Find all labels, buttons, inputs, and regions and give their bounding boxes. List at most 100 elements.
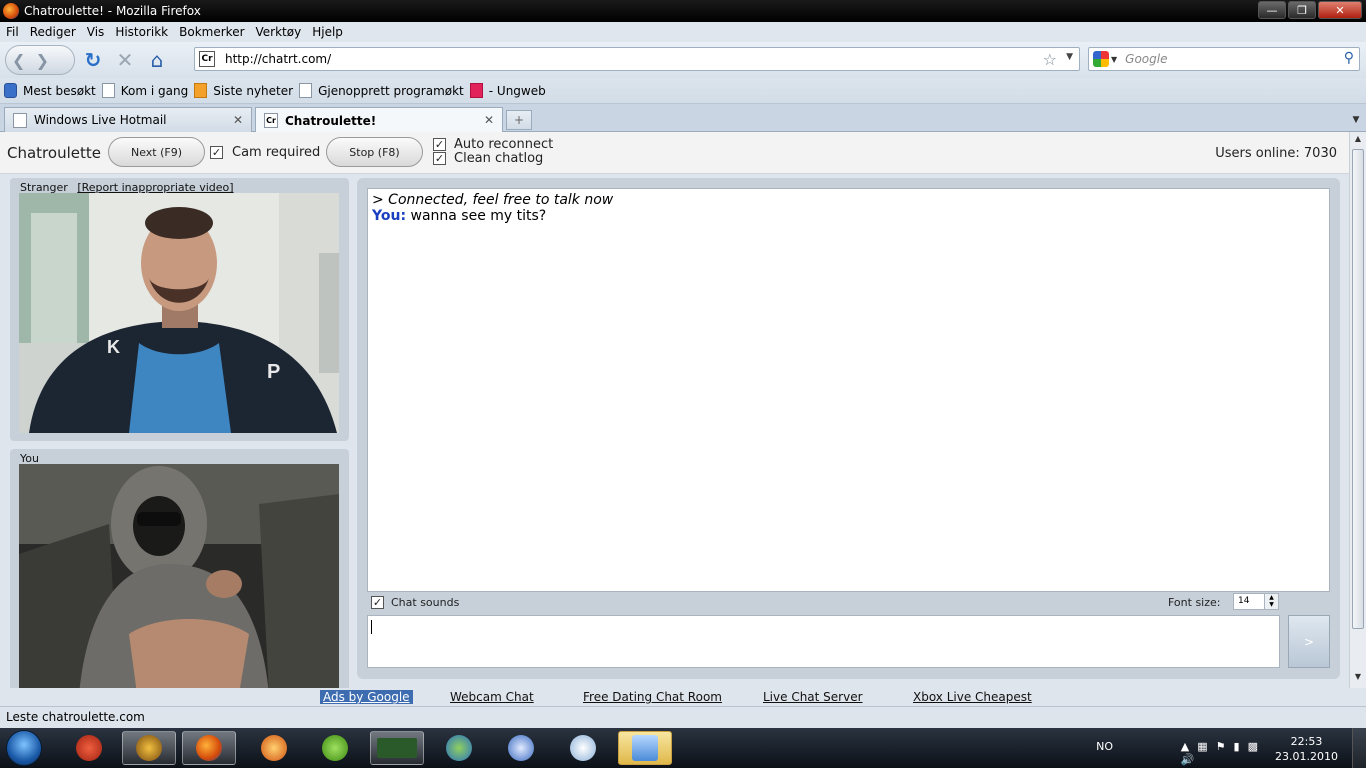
window-title: Chatroulette! - Mozilla Firefox	[24, 4, 201, 18]
back-forward-button[interactable]: ❮ ❯	[5, 45, 75, 75]
bookmark-star-icon[interactable]: ☆	[1043, 50, 1057, 69]
system-message: > Connected, feel free to talk now	[372, 192, 614, 208]
url-dropdown-icon[interactable]: ▼	[1066, 52, 1073, 62]
flag-icon[interactable]: ⚑	[1216, 740, 1234, 753]
stranger-video: K P	[19, 193, 339, 433]
taskbar-app-ccleaner[interactable]	[62, 731, 116, 765]
menu-rediger[interactable]: Rediger	[30, 25, 76, 39]
power-icon[interactable]: ▮	[1234, 740, 1248, 753]
taskbar-app-equalizer[interactable]	[370, 731, 424, 765]
show-hidden-icons-icon[interactable]: ▲	[1181, 740, 1197, 753]
reload-icon[interactable]: ↻	[79, 46, 107, 74]
scroll-up-icon[interactable]: ▲	[1352, 134, 1364, 148]
site-brand: Chatroulette	[7, 144, 101, 162]
search-icon[interactable]: ⚲	[1344, 50, 1354, 66]
tab-strip: Windows Live Hotmail ✕ Cr Chatroulette! …	[0, 104, 1366, 133]
font-size-value[interactable]: 14	[1238, 596, 1249, 606]
close-window-button[interactable]: ✕	[1318, 1, 1362, 19]
search-input[interactable]: Google	[1125, 52, 1167, 66]
taskbar-app-warcraft[interactable]	[122, 731, 176, 765]
firefox-icon	[196, 735, 222, 761]
ad-link-webcam-chat[interactable]: Webcam Chat	[450, 690, 534, 704]
bookmark-mest-besokt[interactable]: Mest besøkt	[4, 83, 96, 98]
menu-vis[interactable]: Vis	[87, 25, 105, 39]
equalizer-icon	[377, 738, 417, 758]
taskbar-app-paint-tool[interactable]	[494, 731, 548, 765]
taskbar-clock[interactable]: 22:53 23.01.2010	[1275, 734, 1338, 764]
auto-reconnect-label: Auto reconnect	[454, 137, 554, 152]
send-button[interactable]: >	[1288, 615, 1330, 668]
ad-link-free-dating[interactable]: Free Dating Chat Room	[583, 690, 722, 704]
show-desktop-button[interactable]	[1352, 728, 1366, 768]
taskbar-app-paint[interactable]	[556, 731, 610, 765]
site-favicon: Cr	[264, 113, 278, 128]
chat-sounds-checkbox[interactable]: ✓	[371, 596, 384, 609]
minimize-button[interactable]: —	[1258, 1, 1286, 19]
tab-list-dropdown-icon[interactable]: ▼	[1348, 111, 1364, 129]
taskbar-app-spotify[interactable]	[308, 731, 362, 765]
new-tab-button[interactable]: +	[506, 110, 532, 130]
next-button[interactable]: Next (F9)	[108, 137, 205, 167]
message-author: You:	[372, 208, 407, 224]
scroll-down-icon[interactable]: ▼	[1352, 672, 1364, 686]
forward-arrow-icon[interactable]: ❯	[36, 51, 49, 70]
maximize-button[interactable]: ❐	[1288, 1, 1316, 19]
taskbar-app-firefox[interactable]	[182, 731, 236, 765]
taskbar-app-burner[interactable]	[247, 731, 301, 765]
ads-by-google-link[interactable]: Ads by Google	[320, 690, 413, 704]
auto-reconnect-checkbox[interactable]: ✓	[433, 138, 446, 151]
site-favicon: Cr	[199, 51, 215, 67]
users-online: Users online: 7030	[1215, 146, 1337, 161]
bookmark-siste-nyheter[interactable]: Siste nyheter	[194, 83, 293, 98]
tray-icons[interactable]: ▲▦⚑▮▩ 🔊	[1181, 740, 1266, 766]
stepper-arrows-icon[interactable]: ▲ ▼	[1264, 594, 1278, 609]
tab-chatroulette[interactable]: Cr Chatroulette! ✕	[255, 107, 503, 133]
chat-sounds-label: Chat sounds	[391, 596, 460, 609]
home-icon[interactable]: ⌂	[143, 46, 171, 74]
stop-button[interactable]: Stop (F8)	[326, 137, 423, 167]
url-bar[interactable]: Cr http://chatrt.com/ ☆ ▼	[194, 47, 1080, 71]
your-video	[19, 464, 339, 688]
taskbar-app-explorer[interactable]	[618, 731, 672, 765]
close-tab-icon[interactable]: ✕	[484, 113, 494, 127]
menu-bokmerker[interactable]: Bokmerker	[179, 25, 244, 39]
chat-input[interactable]	[367, 615, 1280, 668]
your-video-panel: You	[10, 449, 349, 688]
input-language[interactable]: NO	[1096, 740, 1113, 753]
cam-required-checkbox[interactable]: ✓	[210, 146, 223, 159]
stop-icon[interactable]: ✕	[111, 46, 139, 74]
menu-verktoy[interactable]: Verktøy	[256, 25, 302, 39]
menu-fil[interactable]: Fil	[6, 25, 19, 39]
cam-required-label: Cam required	[232, 145, 321, 160]
tab-windows-live-hotmail[interactable]: Windows Live Hotmail ✕	[4, 107, 252, 132]
status-bar: Leste chatroulette.com	[0, 706, 1366, 728]
close-tab-icon[interactable]: ✕	[233, 113, 243, 127]
bookmark-gjenopprett[interactable]: Gjenopprett programøkt	[299, 83, 464, 98]
volume-icon[interactable]: 🔊	[1181, 753, 1203, 766]
bookmark-folder-icon	[4, 83, 17, 98]
google-icon[interactable]	[1093, 51, 1109, 67]
font-size-stepper[interactable]: 14 ▲ ▼	[1233, 593, 1279, 610]
network-icon[interactable]: ▦	[1197, 740, 1215, 753]
scrollbar-thumb[interactable]	[1352, 149, 1364, 629]
ad-link-live-chat-server[interactable]: Live Chat Server	[763, 690, 863, 704]
signal-icon[interactable]: ▩	[1248, 740, 1266, 753]
bookmark-kom-i-gang[interactable]: Kom i gang	[101, 83, 188, 98]
clean-chatlog-label: Clean chatlog	[454, 151, 544, 166]
page-scrollbar[interactable]: ▲ ▼	[1349, 132, 1366, 688]
clean-chatlog-checkbox[interactable]: ✓	[433, 152, 446, 165]
ad-link-xbox-live[interactable]: Xbox Live Cheapest	[913, 690, 1032, 704]
menu-hjelp[interactable]: Hjelp	[312, 25, 343, 39]
bookmark-ungweb[interactable]: - Ungweb	[469, 83, 546, 98]
back-arrow-icon[interactable]: ❮	[12, 51, 25, 70]
spotify-icon	[322, 735, 348, 761]
start-button[interactable]	[6, 730, 42, 766]
menu-historikk[interactable]: Historikk	[115, 25, 168, 39]
search-engine-dropdown-icon[interactable]: ▼	[1111, 55, 1117, 64]
stranger-video-image: K P	[19, 193, 339, 433]
search-bar[interactable]: ▼ Google ⚲	[1088, 47, 1360, 71]
taskbar-app-messenger[interactable]	[432, 731, 486, 765]
clock-time: 22:53	[1290, 735, 1323, 748]
url-text[interactable]: http://chatrt.com/	[225, 52, 331, 66]
folder-window-icon	[632, 735, 658, 761]
